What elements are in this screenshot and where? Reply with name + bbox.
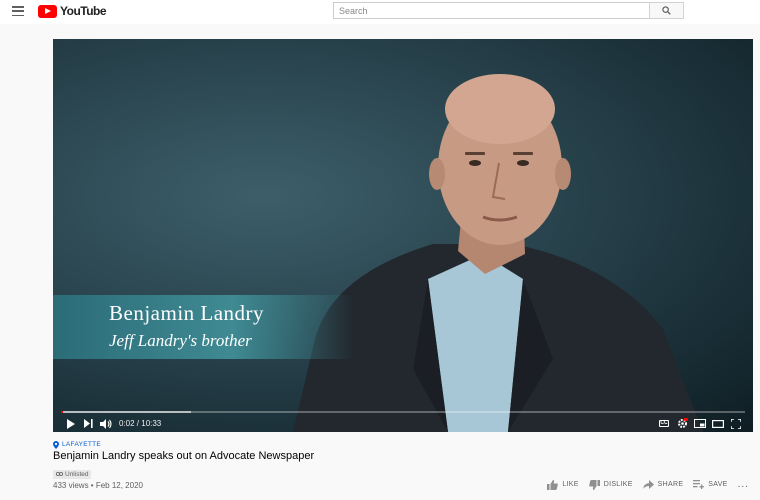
visibility-label: Unlisted xyxy=(65,470,89,478)
action-buttons: LIKE DISLIKE SHARE SAVE ... xyxy=(547,479,749,490)
play-logo-icon xyxy=(38,4,57,18)
share-label: SHARE xyxy=(657,481,684,488)
captions-button[interactable]: CC xyxy=(655,417,673,431)
theater-icon xyxy=(712,419,724,428)
play-icon xyxy=(66,418,75,429)
location-link[interactable]: LAFAYETTE xyxy=(53,440,753,449)
time-display: 0:02 / 10:33 xyxy=(119,419,162,428)
fullscreen-button[interactable] xyxy=(727,417,745,431)
menu-icon[interactable] xyxy=(12,6,24,16)
next-button[interactable] xyxy=(79,417,97,431)
like-label: LIKE xyxy=(562,481,579,488)
miniplayer-icon xyxy=(694,419,706,428)
settings-button[interactable] xyxy=(673,417,691,431)
location-label: LAFAYETTE xyxy=(62,441,102,448)
like-button[interactable]: LIKE xyxy=(547,479,579,490)
video-frame-image xyxy=(293,74,703,432)
progress-fill xyxy=(61,411,63,413)
view-count-date: 433 views • Feb 12, 2020 xyxy=(53,481,143,490)
player-controls: 0:02 / 10:33 CC xyxy=(53,415,753,432)
save-label: SAVE xyxy=(708,481,728,488)
meta-row: 433 views • Feb 12, 2020 LIKE DISLIKE SH… xyxy=(53,479,753,490)
location-pin-icon xyxy=(53,440,59,449)
gear-icon xyxy=(677,418,688,428)
thumbs-down-icon xyxy=(588,479,600,490)
dislike-button[interactable]: DISLIKE xyxy=(588,479,633,490)
save-button[interactable]: SAVE xyxy=(693,480,727,489)
miniplayer-button[interactable] xyxy=(691,417,709,431)
share-button[interactable]: SHARE xyxy=(642,480,684,489)
unlisted-badge: Unlisted xyxy=(53,469,92,479)
logo-text: YouTube xyxy=(60,4,107,18)
video-title: Benjamin Landry speaks out on Advocate N… xyxy=(53,450,315,462)
dislike-label: DISLIKE xyxy=(603,481,633,488)
theater-mode-button[interactable] xyxy=(709,417,727,431)
overlay-name: Benjamin Landry xyxy=(109,301,265,325)
play-button[interactable] xyxy=(61,417,79,431)
volume-button[interactable] xyxy=(97,417,115,431)
thumbs-up-icon xyxy=(547,479,559,490)
fullscreen-icon xyxy=(731,418,741,429)
video-info: LAFAYETTE Benjamin Landry speaks out on … xyxy=(53,440,753,481)
share-icon xyxy=(642,480,654,489)
playlist-add-icon xyxy=(693,480,705,489)
skip-next-icon xyxy=(83,419,93,428)
search-input[interactable] xyxy=(333,2,649,19)
overlay-subtitle: Jeff Landry's brother xyxy=(109,331,252,350)
more-actions-button[interactable]: ... xyxy=(738,479,749,490)
progress-buffer xyxy=(61,411,191,413)
video-player[interactable]: Benjamin Landry Jeff Landry's brother 0:… xyxy=(53,39,753,432)
search-box xyxy=(333,2,684,19)
youtube-logo[interactable]: YouTube xyxy=(38,4,107,18)
masthead: YouTube xyxy=(0,0,760,24)
volume-icon xyxy=(100,418,112,429)
progress-bar[interactable] xyxy=(61,411,745,413)
cc-icon: CC xyxy=(659,420,669,427)
link-icon xyxy=(56,472,63,476)
search-icon xyxy=(662,6,671,15)
search-button[interactable] xyxy=(649,2,684,19)
